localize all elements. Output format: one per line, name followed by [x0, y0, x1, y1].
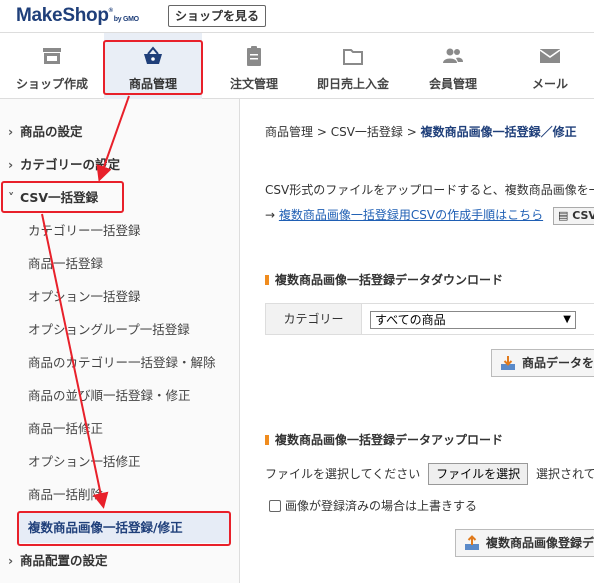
sidebar-item-option-group-bulk[interactable]: オプショングループ一括登録: [0, 315, 240, 345]
overwrite-label: 画像が登録済みの場合は上書きする: [285, 499, 478, 513]
category-label: カテゴリー: [266, 304, 362, 334]
upload-icon: [465, 535, 479, 550]
nav-label: 商品管理: [128, 77, 177, 91]
makeshop-logo[interactable]: MakeShop®by GMO: [16, 5, 139, 27]
nav-member-management[interactable]: 会員管理: [400, 33, 506, 99]
app-header: MakeShop®by GMO ショップを見る: [0, 0, 594, 33]
csv-sample-button[interactable]: ▤ CSVサ: [552, 207, 594, 225]
top-navigation: ショップ作成 商品管理 注文管理 即日売上入金 会員管理 メール: [0, 33, 594, 99]
members-icon: [443, 48, 463, 63]
upload-section-title: 複数商品画像一括登録データアップロード: [265, 431, 503, 448]
sidebar-item-multi-image-bulk[interactable]: 複数商品画像一括登録/修正: [18, 513, 230, 543]
overwrite-checkbox[interactable]: [269, 500, 281, 512]
nav-mail[interactable]: メール: [506, 33, 594, 99]
chevron-down-icon: ˅: [8, 190, 15, 205]
sidebar: › 商品の設定 › カテゴリーの設定 ˅ CSV一括登録 カテゴリー一括登録 商品一括…: [0, 99, 240, 583]
sidebar-item-category-settings[interactable]: › カテゴリーの設定: [0, 150, 240, 180]
download-icon: [501, 356, 515, 370]
nav-label: ショップ作成: [15, 77, 88, 91]
view-shop-button[interactable]: ショップを見る: [168, 5, 267, 27]
arrow-right-icon: →: [265, 208, 276, 222]
breadcrumb-product-management[interactable]: 商品管理: [265, 125, 313, 139]
shop-icon: [43, 48, 61, 64]
sidebar-item-option-bulk[interactable]: オプション一括登録: [0, 282, 240, 312]
sidebar-item-product-bulk-delete[interactable]: 商品一括削除: [0, 480, 240, 510]
overwrite-row: 画像が登録済みの場合は上書きする: [269, 497, 477, 514]
nav-label: メール: [531, 77, 568, 91]
chevron-right-icon: ›: [8, 157, 14, 172]
main-content: 商品管理 > CSV一括登録 > 複数商品画像一括登録／修正 CSV形式のファイ…: [241, 99, 594, 583]
nav-same-day-deposit[interactable]: 即日売上入金: [306, 33, 400, 99]
shopping-basket-icon: [144, 46, 162, 64]
category-select[interactable]: すべての商品 ▼: [370, 311, 576, 329]
nav-label: 即日売上入金: [316, 77, 389, 91]
nav-label: 注文管理: [229, 77, 278, 91]
chevron-down-icon: ▼: [563, 314, 571, 325]
nav-shop-create[interactable]: ショップ作成: [0, 33, 104, 99]
sidebar-item-product-category-bulk[interactable]: 商品のカテゴリー一括登録・解除: [0, 348, 240, 378]
download-product-data-button[interactable]: 商品データをダ: [491, 349, 594, 377]
mail-icon: [539, 49, 561, 63]
sidebar-item-product-placement[interactable]: › 商品配置の設定: [0, 546, 240, 576]
sidebar-item-product-settings[interactable]: › 商品の設定: [0, 117, 240, 147]
nav-order-management[interactable]: 注文管理: [202, 33, 306, 99]
nav-product-management[interactable]: 商品管理: [104, 33, 202, 99]
chevron-right-icon: ›: [8, 124, 14, 139]
sidebar-item-product-bulk[interactable]: 商品一括登録: [0, 249, 240, 279]
nav-label: 会員管理: [428, 77, 477, 91]
breadcrumb-csv-bulk[interactable]: CSV一括登録: [331, 125, 403, 139]
page-description: CSV形式のファイルをアップロードすると、複数商品画像を一括登録: [265, 183, 594, 197]
csv-file-icon: ▤: [557, 209, 569, 222]
sidebar-item-product-bulk-edit[interactable]: 商品一括修正: [0, 414, 240, 444]
guide-row: → 複数商品画像一括登録用CSVの作成手順はこちら ▤ CSVサ: [265, 206, 594, 225]
csv-guide-link[interactable]: 複数商品画像一括登録用CSVの作成手順はこちら: [279, 208, 543, 222]
file-status: 選択されていませ: [535, 467, 594, 481]
chevron-right-icon: ›: [8, 553, 14, 568]
clipboard-icon: [247, 46, 261, 66]
sidebar-item-product-order-bulk[interactable]: 商品の並び順一括登録・修正: [0, 381, 240, 411]
folder-icon: [343, 49, 363, 65]
download-section-title: 複数商品画像一括登録データダウンロード: [265, 271, 503, 288]
breadcrumb-current: 複数商品画像一括登録／修正: [420, 125, 577, 139]
sidebar-item-category-bulk[interactable]: カテゴリー一括登録: [0, 216, 240, 246]
file-label: ファイルを選択してください: [265, 467, 421, 481]
category-row: カテゴリー すべての商品 ▼: [265, 303, 594, 335]
choose-file-button[interactable]: ファイルを選択: [428, 463, 529, 485]
breadcrumb: 商品管理 > CSV一括登録 > 複数商品画像一括登録／修正: [265, 125, 577, 139]
section-marker: [265, 275, 269, 285]
sidebar-item-csv-bulk[interactable]: ˅ CSV一括登録: [0, 183, 240, 213]
file-row: ファイルを選択してください ファイルを選択 選択されていませ: [265, 463, 594, 485]
sidebar-item-option-bulk-edit[interactable]: オプション一括修正: [0, 447, 240, 477]
upload-multi-image-button[interactable]: 複数商品画像登録デ: [455, 529, 594, 557]
section-marker: [265, 435, 269, 445]
